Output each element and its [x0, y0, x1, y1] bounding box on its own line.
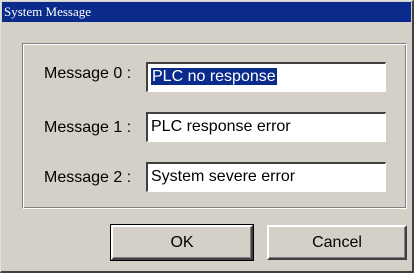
message-0-label: Message 0 : [44, 65, 132, 82]
message-2-field[interactable]: System severe error [146, 162, 386, 192]
message-1-value: PLC response error [151, 118, 291, 135]
message-0-value: PLC no response [151, 68, 277, 85]
ok-button-label: OK [170, 234, 194, 251]
title-bar[interactable]: System Message [2, 2, 411, 22]
message-1-label: Message 1 : [44, 119, 132, 136]
cancel-button[interactable]: Cancel [267, 225, 407, 260]
ok-button[interactable]: OK [110, 224, 254, 261]
window-title: System Message [4, 4, 92, 19]
message-2-value: System severe error [151, 168, 296, 185]
system-message-dialog: System Message Message 0 : PLC no respon… [0, 0, 414, 273]
cancel-button-label: Cancel [312, 234, 362, 251]
message-2-label: Message 2 : [44, 169, 132, 186]
message-1-field[interactable]: PLC response error [146, 112, 386, 142]
message-0-field[interactable]: PLC no response [146, 62, 386, 92]
